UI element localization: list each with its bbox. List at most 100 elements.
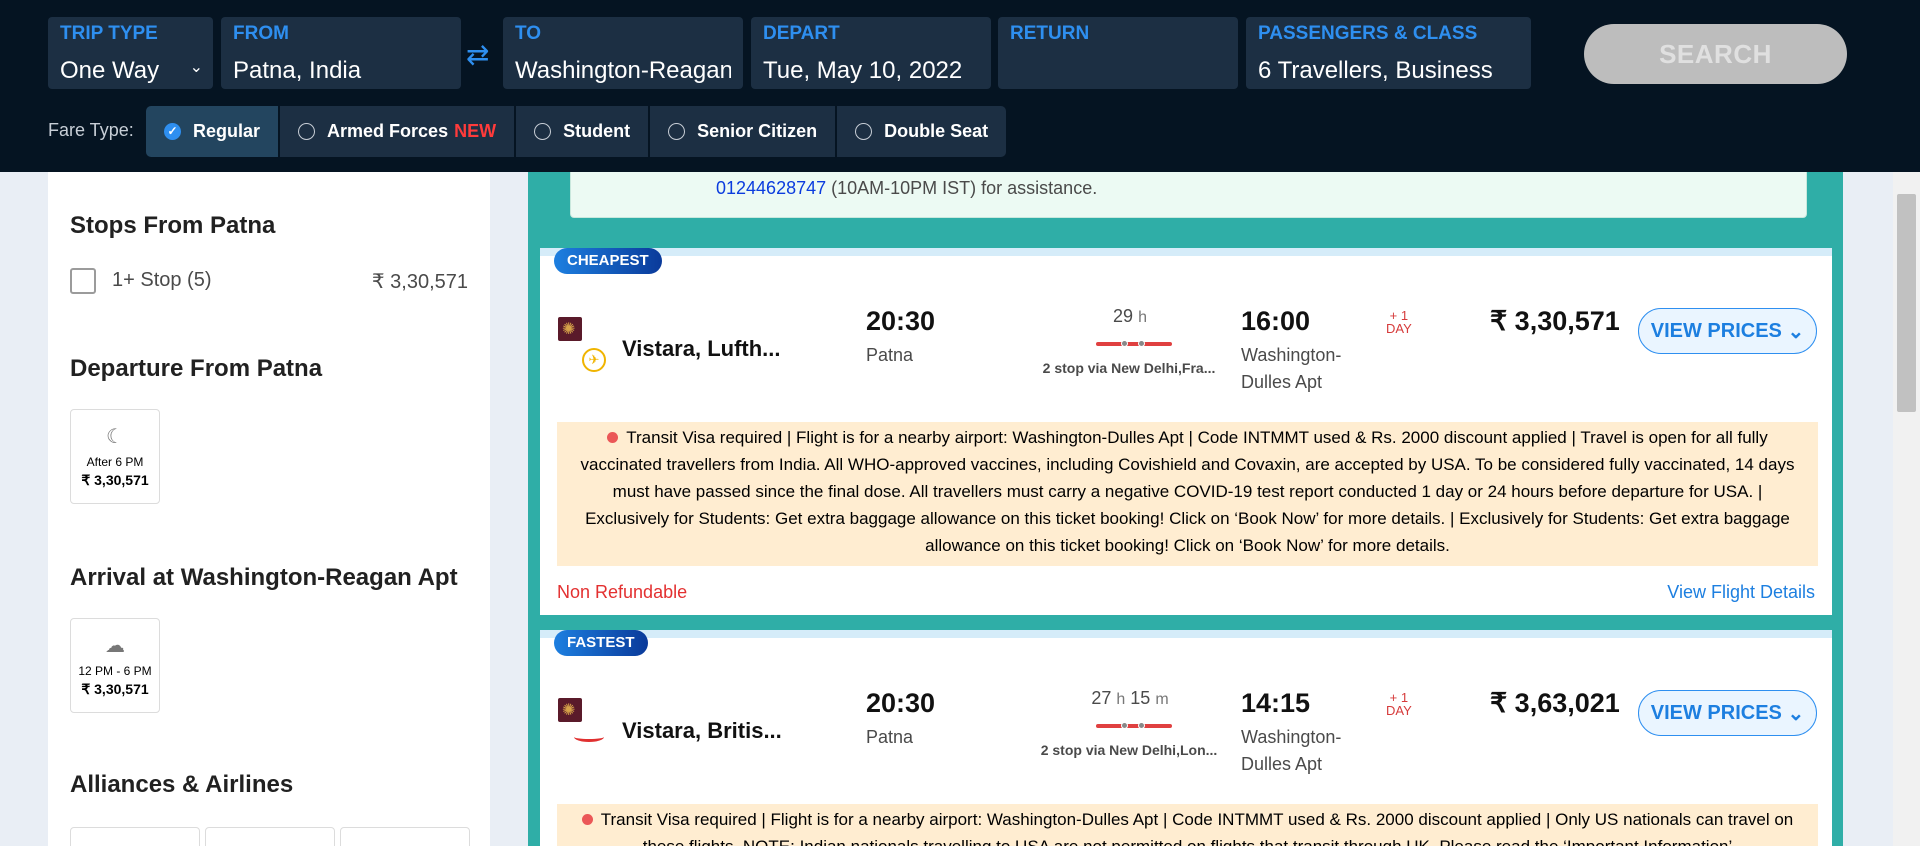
passengers-value: 6 Travellers, Business <box>1258 57 1493 84</box>
to-value: Washington-Reagan <box>515 57 731 84</box>
chevron-down-icon: ⌄ <box>189 59 203 76</box>
arrival-city-line1: Washington- <box>1241 345 1342 365</box>
vistara-logo-icon <box>558 698 582 722</box>
arrival-time: 14:15 <box>1241 688 1311 718</box>
arrival-title: Arrival at Washington-Reagan Apt <box>70 564 458 591</box>
airline-tile[interactable] <box>70 827 200 846</box>
fare-double-seat[interactable]: Double Seat <box>837 106 1007 157</box>
assistance-banner: 01244628747 (10AM-10PM IST) for assistan… <box>570 172 1807 218</box>
stop-checkbox[interactable] <box>70 268 96 294</box>
view-flight-details-link[interactable]: View Flight Details <box>1667 582 1815 603</box>
airline-tile[interactable] <box>340 827 470 846</box>
duration: 27 h 15 m <box>1040 688 1220 709</box>
stops-via: 2 stop via New Delhi,Lon... <box>1040 742 1218 758</box>
flight-note-text: Transit Visa required | Flight is for a … <box>600 810 1794 846</box>
results-panel: 01244628747 (10AM-10PM IST) for assistan… <box>528 172 1843 846</box>
airline-name: Vistara, Lufth... <box>622 336 781 361</box>
hours-unit: h <box>1116 691 1126 708</box>
filters-sidebar: Stops From Patna 1+ Stop (5) ₹ 3,30,571 … <box>48 172 490 846</box>
fastest-tag: FASTEST <box>554 630 648 656</box>
view-prices-button[interactable]: VIEW PRICES ⌄ <box>1638 690 1817 736</box>
return-field[interactable]: RETURN <box>998 17 1238 89</box>
fare-label: Regular <box>193 121 261 141</box>
passengers-label: PASSENGERS & CLASS <box>1258 23 1478 44</box>
alliances-title: Alliances & Airlines <box>70 771 294 798</box>
scrollbar-thumb[interactable] <box>1897 194 1916 412</box>
british-airways-logo-icon <box>574 732 604 742</box>
fare-regular[interactable]: ✓ Regular <box>146 106 281 157</box>
phone-link[interactable]: 01244628747 <box>716 178 826 198</box>
arrival-city-line1: Washington- <box>1241 727 1342 747</box>
swap-icon[interactable]: ⇄ <box>466 38 489 71</box>
stop-option-label[interactable]: 1+ Stop (5) <box>112 269 212 292</box>
airline-tile[interactable] <box>205 827 335 846</box>
fare-label: Armed Forces <box>327 121 449 141</box>
fare-student[interactable]: Student <box>516 106 651 157</box>
plus-day: + 1 DAY <box>1386 691 1412 717</box>
chevron-down-icon: ⌄ <box>1787 702 1805 725</box>
flight-note-text: Transit Visa required | Flight is for a … <box>580 428 1795 555</box>
page: TRIP TYPE One Way ⌄ FROM Patna, India ⇄ … <box>0 0 1920 846</box>
chevron-down-icon: ⌄ <box>1787 320 1805 343</box>
sunset-icon: ☁ <box>105 635 125 657</box>
plus-day: + 1 DAY <box>1386 309 1412 335</box>
refund-status: Non Refundable <box>557 582 688 602</box>
new-badge: NEW <box>454 121 497 141</box>
assistance-text: 01244628747 (10AM-10PM IST) for assistan… <box>716 178 1097 199</box>
lufthansa-logo-icon: ✈ <box>582 348 606 372</box>
fare-armed-forces[interactable]: Armed Forces NEW <box>280 106 517 157</box>
arrival-city-line2: Dulles Apt <box>1241 754 1323 774</box>
tile-time: 12 PM - 6 PM <box>78 664 152 678</box>
departure-time: 20:30 <box>866 688 936 718</box>
from-field[interactable]: FROM Patna, India <box>221 17 461 89</box>
departure-time: 20:30 <box>866 306 936 336</box>
flight-card: CHEAPEST ✈ Vistara, Lufth... 20:30 Patna… <box>540 248 1832 615</box>
moon-icon: ☾ <box>106 426 124 448</box>
fare-label: Double Seat <box>884 121 989 141</box>
fare-label: Student <box>563 121 631 141</box>
plus-day-unit: DAY <box>1386 321 1412 336</box>
radio-icon <box>668 123 686 140</box>
tile-time: After 6 PM <box>86 455 144 469</box>
passengers-field[interactable]: PASSENGERS & CLASS 6 Travellers, Busines… <box>1246 17 1531 89</box>
radio-icon <box>298 123 316 140</box>
depart-label: DEPART <box>763 23 840 44</box>
stops-indicator <box>1096 722 1172 729</box>
fare-type-group: ✓ Regular Armed Forces NEW Student Senio… <box>146 106 1007 157</box>
flight-note: Transit Visa required | Flight is for a … <box>557 804 1818 846</box>
airline-name: Vistara, Britis... <box>622 718 782 743</box>
depart-field[interactable]: DEPART Tue, May 10, 2022 <box>751 17 991 89</box>
trip-type-label: TRIP TYPE <box>60 23 158 44</box>
vistara-logo-icon <box>558 317 582 341</box>
fare-senior-citizen[interactable]: Senior Citizen <box>650 106 838 157</box>
view-prices-button[interactable]: VIEW PRICES ⌄ <box>1638 308 1817 354</box>
alert-dot-icon <box>581 814 593 825</box>
flight-card: FASTEST Vistara, Britis... 20:30 Patna 2… <box>540 630 1832 846</box>
arrival-time-tile[interactable]: ☁ 12 PM - 6 PM ₹ 3,30,571 <box>70 618 160 713</box>
trip-type-field[interactable]: TRIP TYPE One Way ⌄ <box>48 17 213 89</box>
view-prices-label: VIEW PRICES <box>1650 319 1782 342</box>
stops-via: 2 stop via New Delhi,Fra... <box>1042 360 1216 376</box>
fare-label: Senior Citizen <box>697 121 818 141</box>
flight-note: Transit Visa required | Flight is for a … <box>557 422 1818 566</box>
stops-indicator <box>1096 340 1172 347</box>
arrival-city-line2: Dulles Apt <box>1241 372 1323 392</box>
from-value: Patna, India <box>233 57 362 84</box>
search-header: TRIP TYPE One Way ⌄ FROM Patna, India ⇄ … <box>0 0 1920 172</box>
arrival-time: 16:00 <box>1241 306 1311 336</box>
radio-icon <box>534 123 552 140</box>
departure-city: Patna <box>866 727 914 747</box>
to-field[interactable]: TO Washington-Reagan <box>503 17 743 89</box>
radio-icon <box>855 123 873 140</box>
stops-title: Stops From Patna <box>70 212 276 239</box>
flight-price: ₹ 3,63,021 <box>1490 688 1620 718</box>
stop-option-price: ₹ 3,30,571 <box>371 271 468 293</box>
search-button[interactable]: SEARCH <box>1584 24 1847 84</box>
depart-value: Tue, May 10, 2022 <box>763 57 963 84</box>
minutes-unit: m <box>1155 691 1169 708</box>
duration-minutes: 15 <box>1130 688 1151 708</box>
departure-time-tile[interactable]: ☾ After 6 PM ₹ 3,30,571 <box>70 409 160 504</box>
to-label: TO <box>515 23 542 44</box>
assistance-hours: (10AM-10PM IST) for assistance. <box>826 178 1098 198</box>
view-prices-label: VIEW PRICES <box>1650 701 1782 724</box>
